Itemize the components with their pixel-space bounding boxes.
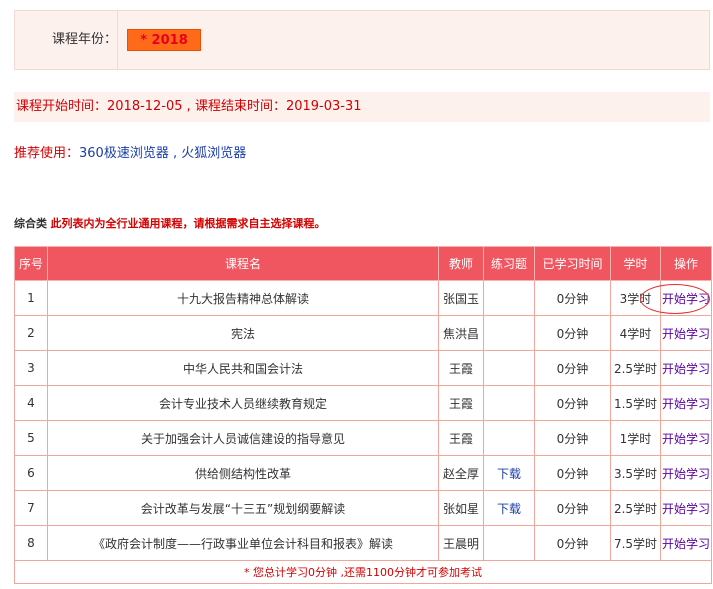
course-dates: 课程开始时间：2018-12-05 , 课程结束时间：2019-03-31 xyxy=(14,92,710,122)
cell-no: 1 xyxy=(14,280,48,316)
cell-action: 开始学习 xyxy=(660,385,712,421)
cell-no: 2 xyxy=(14,315,48,351)
cell-studied: 0分钟 xyxy=(534,420,611,456)
start-study-link[interactable]: 开始学习 xyxy=(662,537,710,551)
cell-course-name: 供给侧结构性改革 xyxy=(47,455,439,491)
cell-studied: 0分钟 xyxy=(534,525,611,561)
cell-no: 6 xyxy=(14,455,48,491)
table-row: 6 供给侧结构性改革 赵全厚 下载 0分钟 3.5学时 开始学习 xyxy=(14,455,712,491)
study-summary: * 您总计学习0分钟 ,还需1100分钟才可参加考试 xyxy=(14,560,712,584)
cell-exercise xyxy=(483,350,535,386)
cell-studied: 0分钟 xyxy=(534,315,611,351)
category-message: 此列表内为全行业通用课程，请根据需求自主选择课程。 xyxy=(50,217,326,230)
cell-studied: 0分钟 xyxy=(534,385,611,421)
table-footer-row: * 您总计学习0分钟 ,还需1100分钟才可参加考试 xyxy=(14,560,712,584)
course-year-label: 课程年份： xyxy=(15,11,118,69)
cell-no: 4 xyxy=(14,385,48,421)
cell-teacher: 王霞 xyxy=(438,420,484,456)
cell-action: 开始学习 xyxy=(660,525,712,561)
start-study-link[interactable]: 开始学习 xyxy=(662,432,710,446)
table-row: 8 《政府会计制度——行政事业单位会计科目和报表》解读 王晨明 0分钟 7.5学时 开始学… xyxy=(14,525,712,561)
cell-action: 开始学习 xyxy=(660,490,712,526)
category-notice: 综合类 此列表内为全行业通用课程，请根据需求自主选择课程。 xyxy=(14,215,326,233)
cell-course-name: 《政府会计制度——行政事业单位会计科目和报表》解读 xyxy=(47,525,439,561)
start-study-link[interactable]: 开始学习 xyxy=(662,502,710,516)
cell-teacher: 王霞 xyxy=(438,350,484,386)
cell-studied: 0分钟 xyxy=(534,350,611,386)
cell-action: 开始学习 xyxy=(660,420,712,456)
cell-teacher: 焦洪昌 xyxy=(438,315,484,351)
cell-teacher: 张如星 xyxy=(438,490,484,526)
start-study-link[interactable]: 开始学习 xyxy=(662,327,710,341)
cell-exercise xyxy=(483,385,535,421)
table-row: 7 会计改革与发展“十三五”规划纲要解读 张如星 下载 0分钟 2.5学时 开始学习 xyxy=(14,490,712,526)
cell-hours: 1.5学时 xyxy=(610,385,661,421)
course-year-select[interactable]: * 2018 xyxy=(127,29,201,51)
header-hours: 学时 xyxy=(610,246,661,281)
cell-exercise: 下载 xyxy=(483,490,535,526)
table-row: 5 关于加强会计人员诚信建设的指导意见 王霞 0分钟 1学时 开始学习 xyxy=(14,420,712,456)
header-no: 序号 xyxy=(14,246,48,281)
header-studied: 已学习时间 xyxy=(534,246,611,281)
cell-teacher: 王霞 xyxy=(438,385,484,421)
cell-course-name: 宪法 xyxy=(47,315,439,351)
cell-studied: 0分钟 xyxy=(534,490,611,526)
browser-label: 推荐使用： xyxy=(14,146,80,161)
download-exercise-link[interactable]: 下载 xyxy=(497,502,521,516)
cell-studied: 0分钟 xyxy=(534,455,611,491)
header-action: 操作 xyxy=(660,246,712,281)
cell-course-name: 十九大报告精神总体解读 xyxy=(47,280,439,316)
cell-hours: 7.5学时 xyxy=(610,525,661,561)
table-row: 4 会计专业技术人员继续教育规定 王霞 0分钟 1.5学时 开始学习 xyxy=(14,385,712,421)
cell-no: 5 xyxy=(14,420,48,456)
course-table: 序号 课程名 教师 练习题 已学习时间 学时 操作 1 十九大报告精神总体解读 张国… xyxy=(14,246,712,584)
table-row: 2 宪法 焦洪昌 0分钟 4学时 开始学习 xyxy=(14,315,712,351)
browser-value: 360极速浏览器 , 火狐浏览器 xyxy=(79,146,247,161)
cell-teacher: 张国玉 xyxy=(438,280,484,316)
cell-no: 3 xyxy=(14,350,48,386)
table-header-row: 序号 课程名 教师 练习题 已学习时间 学时 操作 xyxy=(14,246,712,281)
cell-exercise xyxy=(483,280,535,316)
cell-course-name: 会计改革与发展“十三五”规划纲要解读 xyxy=(47,490,439,526)
cell-hours: 2.5学时 xyxy=(610,350,661,386)
cell-exercise xyxy=(483,420,535,456)
cell-no: 8 xyxy=(14,525,48,561)
start-study-link[interactable]: 开始学习 xyxy=(662,397,710,411)
cell-hours: 3.5学时 xyxy=(610,455,661,491)
download-exercise-link[interactable]: 下载 xyxy=(497,467,521,481)
cell-action: 开始学习 xyxy=(660,350,712,386)
cell-hours: 3学时 xyxy=(610,280,661,316)
cell-hours: 2.5学时 xyxy=(610,490,661,526)
start-study-link[interactable]: 开始学习 xyxy=(662,292,710,306)
cell-exercise xyxy=(483,525,535,561)
cell-exercise xyxy=(483,315,535,351)
table-row: 3 中华人民共和国会计法 王霞 0分钟 2.5学时 开始学习 xyxy=(14,350,712,386)
cell-action: 开始学习 xyxy=(660,280,712,316)
cell-action: 开始学习 xyxy=(660,455,712,491)
cell-teacher: 王晨明 xyxy=(438,525,484,561)
header-teacher: 教师 xyxy=(438,246,484,281)
cell-course-name: 中华人民共和国会计法 xyxy=(47,350,439,386)
start-study-link[interactable]: 开始学习 xyxy=(662,467,710,481)
start-study-link[interactable]: 开始学习 xyxy=(662,362,710,376)
cell-hours: 1学时 xyxy=(610,420,661,456)
course-year-panel: 课程年份： * 2018 xyxy=(14,10,710,70)
cell-course-name: 会计专业技术人员继续教育规定 xyxy=(47,385,439,421)
cell-action: 开始学习 xyxy=(660,315,712,351)
cell-exercise: 下载 xyxy=(483,455,535,491)
cell-no: 7 xyxy=(14,490,48,526)
header-exercise: 练习题 xyxy=(483,246,535,281)
cell-hours: 4学时 xyxy=(610,315,661,351)
browser-recommendation: 推荐使用：360极速浏览器 , 火狐浏览器 xyxy=(14,143,246,165)
category-name: 综合类 xyxy=(14,217,47,230)
cell-teacher: 赵全厚 xyxy=(438,455,484,491)
header-name: 课程名 xyxy=(47,246,439,281)
cell-studied: 0分钟 xyxy=(534,280,611,316)
table-row: 1 十九大报告精神总体解读 张国玉 0分钟 3学时 开始学习 xyxy=(14,280,712,316)
cell-course-name: 关于加强会计人员诚信建设的指导意见 xyxy=(47,420,439,456)
